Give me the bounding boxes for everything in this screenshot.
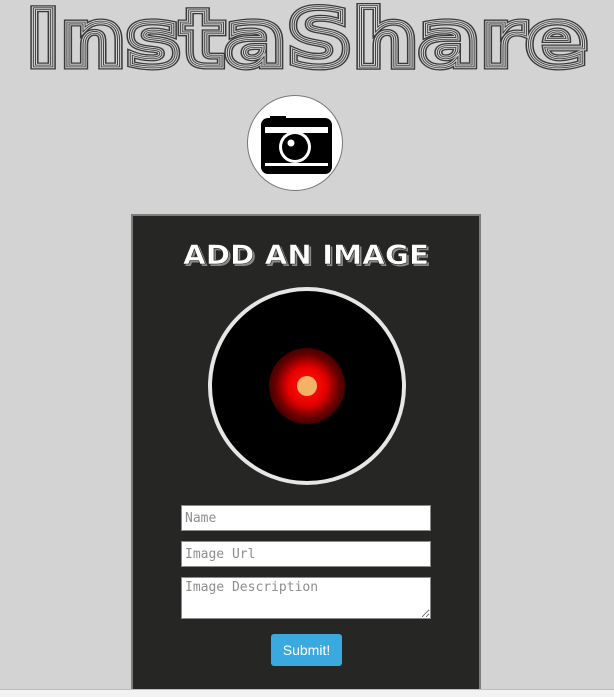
eye-core	[297, 376, 317, 396]
camera-badge[interactable]	[247, 95, 343, 191]
site-logo[interactable]: InstaShare InstaShare InstaShare InstaSh…	[0, 0, 614, 80]
svg-text:InstaShare: InstaShare	[26, 0, 588, 80]
bottom-scrollbar-strip	[0, 689, 614, 697]
add-image-card: ADD AN IMAGE ADD AN IMAGE Submit!	[131, 214, 481, 697]
name-input[interactable]	[181, 505, 431, 531]
image-description-input[interactable]	[181, 577, 431, 619]
camera-icon	[261, 116, 332, 174]
card-title-text: ADD AN IMAGE	[183, 240, 429, 271]
submit-button[interactable]: Submit!	[271, 634, 342, 666]
card-title: ADD AN IMAGE ADD AN IMAGE	[133, 234, 479, 274]
page: InstaShare InstaShare InstaShare InstaSh…	[0, 0, 614, 697]
hal-eye-icon	[208, 287, 406, 485]
image-url-input[interactable]	[181, 541, 431, 567]
